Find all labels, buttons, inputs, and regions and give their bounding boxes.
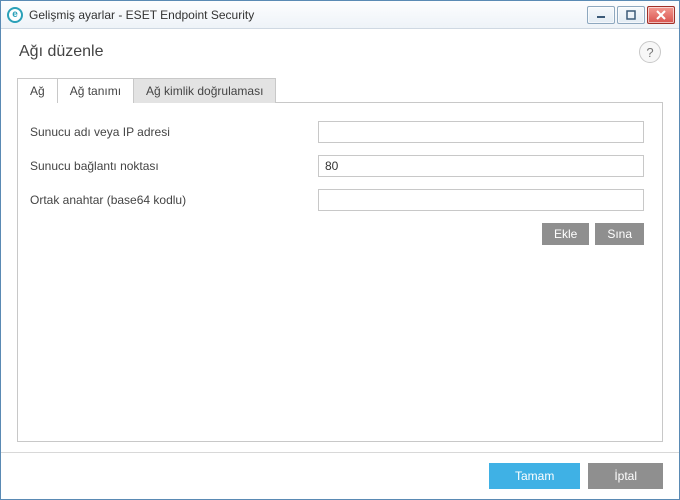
page-header: Ağı düzenle ?: [1, 29, 679, 73]
tabs-row: Ağ Ağ tanımı Ağ kimlik doğrulaması: [17, 77, 663, 102]
tab-panel: Ağ Ağ tanımı Ağ kimlik doğrulaması Sunuc…: [17, 77, 663, 442]
app-window: e Gelişmiş ayarlar - ESET Endpoint Secur…: [0, 0, 680, 500]
test-button[interactable]: Sına: [595, 223, 644, 245]
tab-network-definition[interactable]: Ağ tanımı: [57, 78, 134, 103]
input-server-name[interactable]: [318, 121, 644, 143]
row-server-name: Sunucu adı veya IP adresi: [28, 121, 644, 143]
ok-button[interactable]: Tamam: [489, 463, 580, 489]
row-server-port: Sunucu bağlantı noktası: [28, 155, 644, 177]
minimize-icon: [596, 10, 606, 20]
action-row: Ekle Sına: [28, 223, 644, 245]
window-title: Gelişmiş ayarlar - ESET Endpoint Securit…: [29, 8, 587, 22]
content-area: Ağı düzenle ? Ağ Ağ tanımı Ağ kimlik doğ…: [1, 29, 679, 499]
row-public-key: Ortak anahtar (base64 kodlu): [28, 189, 644, 211]
close-button[interactable]: [647, 6, 675, 24]
input-public-key[interactable]: [318, 189, 644, 211]
input-server-port[interactable]: [318, 155, 644, 177]
titlebar: e Gelişmiş ayarlar - ESET Endpoint Secur…: [1, 1, 679, 29]
maximize-button[interactable]: [617, 6, 645, 24]
label-public-key: Ortak anahtar (base64 kodlu): [28, 193, 318, 207]
close-icon: [656, 10, 666, 20]
label-server-port: Sunucu bağlantı noktası: [28, 159, 318, 173]
window-controls: [587, 6, 675, 24]
label-server-name: Sunucu adı veya IP adresi: [28, 125, 318, 139]
tab-network-auth[interactable]: Ağ kimlik doğrulaması: [133, 78, 276, 103]
dialog-footer: Tamam İptal: [1, 452, 679, 499]
cancel-button[interactable]: İptal: [588, 463, 663, 489]
minimize-button[interactable]: [587, 6, 615, 24]
logo-letter: e: [12, 9, 18, 20]
eset-logo-icon: e: [7, 7, 23, 23]
help-icon: ?: [646, 45, 653, 60]
maximize-icon: [626, 10, 636, 20]
add-button[interactable]: Ekle: [542, 223, 589, 245]
page-title: Ağı düzenle: [19, 43, 639, 61]
help-button[interactable]: ?: [639, 41, 661, 63]
tab-network[interactable]: Ağ: [17, 78, 58, 103]
tab-body: Sunucu adı veya IP adresi Sunucu bağlant…: [17, 102, 663, 442]
